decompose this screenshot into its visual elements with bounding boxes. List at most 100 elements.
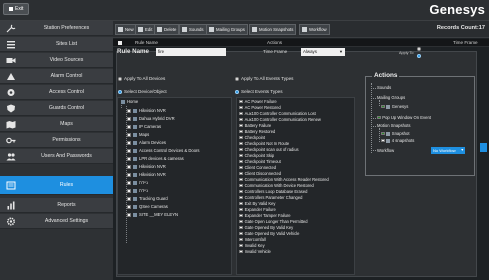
event-checkbox[interactable] (239, 219, 243, 224)
tree-checkbox[interactable] (127, 172, 131, 177)
tree-item[interactable]: Hikvision NVR (127, 108, 166, 114)
event-checkbox[interactable] (239, 177, 243, 182)
event-item[interactable]: Communication With Device Restored (239, 183, 314, 188)
tree-item[interactable]: Maps (127, 132, 149, 138)
tree-checkbox[interactable] (127, 108, 131, 113)
action-popup[interactable]: Pop Up Window On Event (377, 115, 431, 120)
event-item[interactable]: Aux100 Controller Communication Renew (239, 117, 321, 122)
sidebar-item-permissions[interactable]: Permissions (0, 133, 113, 148)
apply-all-devices-option[interactable]: Apply To All Devices (118, 76, 165, 81)
tree-checkbox[interactable] (127, 156, 131, 161)
event-checkbox[interactable] (239, 249, 243, 254)
event-checkbox[interactable] (239, 153, 243, 158)
tree-item[interactable]: Access Control Devices & Doors (127, 148, 200, 154)
event-checkbox[interactable] (239, 117, 243, 122)
sidebar-item-alarm-control[interactable]: Alarm Control (0, 69, 113, 84)
apply-to-radio-2[interactable] (417, 54, 421, 58)
vertical-scrollbar[interactable] (478, 47, 489, 280)
action-four-snapshots[interactable]: 4 snapshots (381, 138, 414, 143)
tree-item[interactable]: QSee Cameras (127, 204, 168, 210)
sidebar-item-video-sources[interactable]: Video Sources (0, 53, 113, 68)
event-checkbox[interactable] (239, 171, 243, 176)
event-item[interactable]: Checkpoint scan out of radius (239, 147, 299, 152)
event-checkbox[interactable] (239, 183, 243, 188)
tree-item[interactable]: ניידת (127, 188, 148, 194)
tree-checkbox[interactable] (127, 148, 131, 153)
delete-button[interactable]: Delete (154, 24, 180, 35)
event-checkbox[interactable] (239, 147, 243, 152)
sidebar-item-reports[interactable]: Reports (0, 198, 113, 213)
tree-checkbox[interactable] (127, 116, 131, 121)
sidebar-item-advanced-settings[interactable]: Advanced Settings (0, 214, 113, 229)
column-time-frame[interactable]: Time Frame (453, 40, 478, 45)
event-checkbox[interactable] (239, 213, 243, 218)
event-item[interactable]: Communication With Access Reader Restore… (239, 177, 329, 182)
event-item[interactable]: Gate Opened By Valid Key (239, 225, 293, 230)
motion-snapshots-button[interactable]: Motion Snapshots (249, 24, 297, 35)
event-checkbox[interactable] (239, 201, 243, 206)
column-actions[interactable]: Actions (267, 40, 282, 45)
event-item[interactable]: Checkpoint (239, 135, 265, 140)
new-button[interactable]: New (115, 24, 137, 35)
tree-item[interactable]: SITE __MEY ELEYN (127, 212, 178, 218)
tree-item[interactable]: ניידת (127, 180, 148, 186)
tree-root-home[interactable]: Home (121, 99, 138, 105)
event-item[interactable]: Controllers Parameter Changed (239, 195, 302, 200)
event-checkbox[interactable] (239, 135, 243, 140)
tree-item[interactable]: Dahua Hybrid DVR (127, 116, 175, 122)
event-checkbox[interactable] (239, 243, 243, 248)
event-checkbox[interactable] (239, 231, 243, 236)
sidebar-item-maps[interactable]: Maps (0, 117, 113, 132)
workflow-button[interactable]: Workflow (299, 24, 330, 35)
event-checkbox[interactable] (239, 123, 243, 128)
tree-item[interactable]: Alarm Devices (127, 140, 166, 146)
event-item[interactable]: Invalid Key (239, 243, 265, 248)
event-item[interactable]: Battery Restored (239, 129, 275, 134)
scrollbar-thumb[interactable] (480, 143, 487, 152)
apply-all-events-option[interactable]: Apply To All Events Types (235, 76, 293, 81)
tree-checkbox[interactable] (127, 204, 131, 209)
event-item[interactable]: Expander Failure (239, 207, 276, 212)
event-item[interactable]: Battery Failure (239, 123, 271, 128)
mailing-groups-button[interactable]: Mailing Groups (206, 24, 248, 35)
action-mailing-groups[interactable]: Mailing Groups (377, 95, 405, 100)
event-checkbox[interactable] (239, 165, 243, 170)
event-item[interactable]: Checkpoint Not In Route (239, 141, 289, 146)
event-item[interactable]: AC Power Restored (239, 105, 281, 110)
action-sounds[interactable]: Sounds (377, 85, 391, 90)
sidebar-item-rules[interactable]: Rules (0, 176, 113, 195)
event-item[interactable]: Aux100 Controller Communication Lost (239, 111, 316, 116)
tree-item[interactable]: IP Cameras (127, 124, 161, 130)
tree-item[interactable]: Hikvision NVR (127, 164, 166, 170)
sounds-button[interactable]: Sounds (179, 24, 207, 35)
action-motion-snapshots[interactable]: Motion Snapshots (377, 123, 411, 128)
tree-checkbox[interactable] (127, 164, 131, 169)
popup-checkbox[interactable] (377, 115, 381, 120)
radio-apply-all-devices[interactable] (118, 76, 122, 81)
sidebar-item-guards-control[interactable]: Guards Control (0, 101, 113, 116)
event-item[interactable]: Client Disconnected (239, 171, 281, 176)
four-snapshots-checkbox[interactable] (381, 138, 385, 143)
event-checkbox[interactable] (239, 111, 243, 116)
event-checkbox[interactable] (239, 207, 243, 212)
tree-checkbox[interactable] (127, 212, 131, 217)
tree-checkbox[interactable] (127, 140, 131, 145)
radio-select-device[interactable] (118, 89, 122, 94)
event-checkbox[interactable] (239, 237, 243, 242)
event-item[interactable]: Intercomfall (239, 237, 266, 242)
event-checkbox[interactable] (239, 129, 243, 134)
event-item[interactable]: Gate Opened By Valid Vehicle (239, 231, 299, 236)
tree-item[interactable]: Hikvision NVR (127, 172, 166, 178)
tree-item[interactable]: LPR devices & cameras (127, 156, 184, 162)
select-all-checkbox[interactable] (118, 41, 122, 45)
event-item[interactable]: Invalid Vehicle (239, 249, 271, 254)
event-item[interactable]: Exit By Valid Key (239, 201, 275, 206)
event-item[interactable]: AC Power Failure (239, 99, 277, 104)
event-item[interactable]: Gate Open Longer Than Permitted (239, 219, 308, 224)
apply-to-radio-1[interactable] (417, 47, 421, 51)
event-item[interactable]: Client Connected (239, 165, 276, 170)
radio-apply-all-events[interactable] (235, 76, 239, 81)
column-rule-name[interactable]: Rule Name (135, 40, 158, 45)
tree-item[interactable]: Tracking Guard (127, 196, 168, 202)
tree-checkbox[interactable] (127, 124, 131, 129)
